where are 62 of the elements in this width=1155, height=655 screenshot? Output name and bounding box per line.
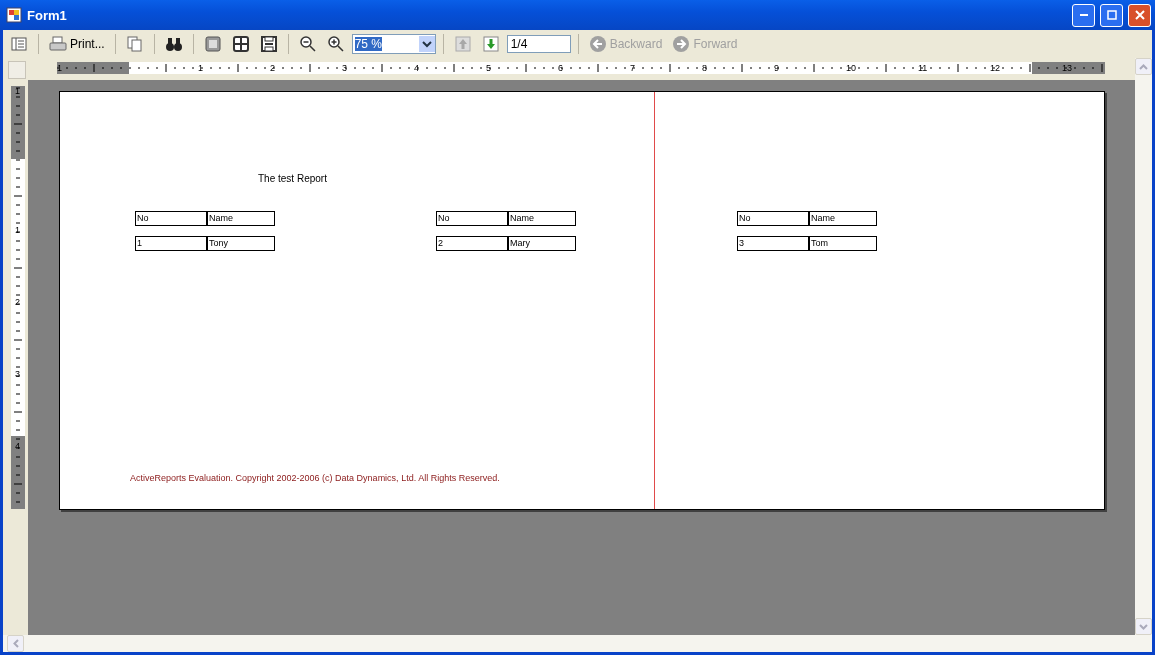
ruler-label: 1 <box>15 225 20 235</box>
single-page-icon <box>203 35 222 53</box>
ruler-label: 5 <box>486 63 491 73</box>
header-cell: No <box>135 211 207 226</box>
close-button[interactable] <box>1128 3 1151 27</box>
header-cell: Name <box>206 211 275 226</box>
ruler-label: 13 <box>1062 63 1072 73</box>
minimize-icon <box>1079 14 1088 16</box>
window-title: Form1 <box>27 7 68 23</box>
report-title: The test Report <box>258 173 327 184</box>
maximize-icon <box>1106 10 1117 20</box>
binoculars-icon <box>164 35 183 53</box>
ruler-label: 4 <box>414 63 419 73</box>
minimize-button[interactable] <box>1072 3 1095 27</box>
page-field[interactable]: 1/4 <box>506 35 571 53</box>
table-cell: 3 <box>737 236 809 251</box>
zoom-in-icon <box>326 35 345 53</box>
maximize-button[interactable] <box>1100 3 1123 27</box>
chevron-up-icon <box>1139 63 1148 70</box>
copyright-notice: ActiveReports Evaluation. Copyright 2002-2006 (c) Data Dynamics, Ltd. All Rights Reserved. <box>130 473 500 483</box>
header-cell: Name <box>507 211 576 226</box>
ruler-label: 8 <box>702 63 707 73</box>
header-cell: Name <box>808 211 877 226</box>
print-button[interactable]: Print... <box>46 33 108 55</box>
zoom-out-icon <box>298 35 317 53</box>
ruler-corner <box>8 61 26 79</box>
ruler-label: 1 <box>15 86 20 96</box>
horizontal-scrollbar[interactable] <box>3 635 1152 652</box>
scroll-up-button[interactable] <box>1135 58 1152 75</box>
ruler-label: 1 <box>198 63 203 73</box>
vertical-scrollbar[interactable] <box>1135 58 1152 635</box>
app-icon <box>6 7 22 23</box>
ruler-label: 2 <box>15 297 20 307</box>
header-cell: No <box>737 211 809 226</box>
chevron-left-icon <box>12 639 19 648</box>
header-cell: No <box>436 211 508 226</box>
scroll-down-button[interactable] <box>1135 618 1152 635</box>
scroll-left-button[interactable] <box>7 635 24 652</box>
ruler-label: 4 <box>15 441 20 451</box>
ruler-label: 12 <box>990 63 1000 73</box>
table-cell: Tom <box>808 236 877 251</box>
sidebar-icon <box>10 35 28 53</box>
grid-icon <box>231 35 250 53</box>
table-cell: Tony <box>206 236 275 251</box>
ruler-label: 7 <box>630 63 635 73</box>
ruler-label: 11 <box>918 63 928 73</box>
table-cell: 2 <box>436 236 508 251</box>
table-cell: Mary <box>507 236 576 251</box>
table-cell: 1 <box>135 236 207 251</box>
ruler-label: 9 <box>774 63 779 73</box>
close-icon <box>1134 10 1145 20</box>
zoom-dropdown[interactable]: 75 % <box>351 34 436 54</box>
ruler-label: 3 <box>342 63 347 73</box>
ruler-label: 2 <box>270 63 275 73</box>
ruler-label: 10 <box>846 63 856 73</box>
ruler-label: 6 <box>558 63 563 73</box>
printer-icon <box>49 35 67 53</box>
ruler-label: 1 <box>57 63 62 73</box>
chevron-down-icon <box>1139 623 1148 630</box>
ruler-label: 3 <box>15 369 20 379</box>
copy-icon <box>125 35 144 53</box>
chevron-down-icon <box>421 40 432 48</box>
